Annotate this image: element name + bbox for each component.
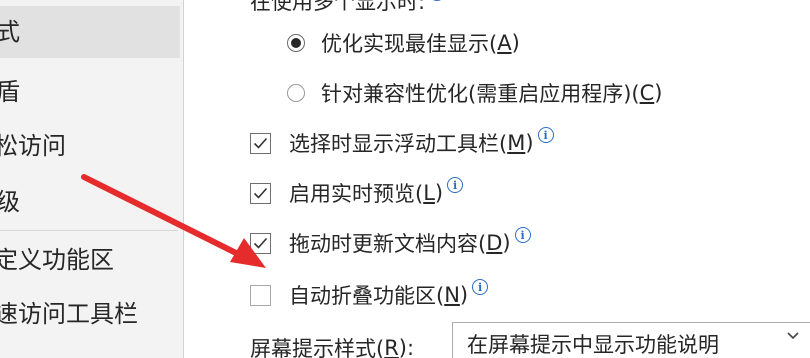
screentip-label: 屏幕提示样式( (250, 337, 385, 358)
accelerator-key: R (384, 336, 399, 358)
checkbox-label: 启用实时预览( (289, 182, 424, 206)
sidebar-item-label: 定义功能区 (0, 246, 114, 274)
multi-display-heading: 在使用多个显示时: i (250, 0, 446, 16)
checkbox-label: 自动折叠功能区( (289, 284, 445, 308)
accelerator-key: A (497, 31, 512, 55)
options-dialog: 式 盾 松访问 级 定义功能区 速访问工具栏 在使用多个显示时: i 优化实现最… (0, 0, 810, 358)
info-icon[interactable]: i (472, 279, 489, 295)
screentip-label-suffix: ): (398, 336, 415, 358)
checkbox-show-mini-toolbar[interactable]: 选择时显示浮动工具栏(M) i (250, 127, 554, 158)
checkbox-label-suffix: ) (434, 181, 444, 205)
radio-button[interactable] (287, 34, 305, 52)
info-icon[interactable]: i (447, 177, 464, 193)
screentip-style-select[interactable]: 在屏幕提示中显示功能说明 (452, 322, 810, 358)
radio-optimize-best-display[interactable]: 优化实现最佳显示(A) (287, 28, 520, 58)
sidebar-divider (0, 230, 178, 231)
check-icon (253, 137, 268, 149)
checkbox[interactable] (250, 284, 271, 306)
info-icon[interactable]: i (429, 0, 446, 1)
screentip-style-label: 屏幕提示样式(R): (250, 333, 414, 358)
radio-button[interactable] (287, 84, 305, 102)
radio-label-suffix: ) (654, 81, 663, 105)
chevron-down-icon[interactable] (786, 326, 800, 345)
sidebar-item-general[interactable]: 式 (0, 6, 180, 58)
screentip-selected-value: 在屏幕提示中显示功能说明 (467, 333, 719, 357)
checkbox[interactable] (250, 132, 271, 154)
checkbox-label: 拖动时更新文档内容( (289, 232, 487, 256)
checkbox-update-while-dragging[interactable]: 拖动时更新文档内容(D) i (250, 227, 531, 258)
radio-label: 优化实现最佳显示( (321, 32, 498, 56)
sidebar-item-proofing[interactable]: 盾 (0, 66, 180, 118)
sidebar-item-label: 式 (0, 18, 20, 46)
sidebar-item-label: 松访问 (0, 132, 66, 160)
sidebar-item-advanced[interactable]: 级 (0, 176, 180, 228)
radio-label-suffix: ) (511, 31, 520, 55)
checkbox-label-suffix: ) (502, 231, 511, 255)
check-icon (253, 237, 268, 249)
accelerator-key: M (507, 131, 526, 155)
options-main-panel: 在使用多个显示时: i 优化实现最佳显示(A) 针对兼容性优化(需重启应用程序)… (184, 0, 810, 358)
checkbox-label-suffix: ) (525, 131, 534, 155)
info-icon[interactable]: i (537, 127, 554, 143)
checkbox[interactable] (250, 232, 271, 254)
accelerator-key: C (639, 81, 655, 105)
checkbox-auto-collapse-ribbon[interactable]: 自动折叠功能区(N) i (250, 279, 489, 310)
sidebar-item-label: 级 (0, 188, 20, 216)
sidebar-item-customize-ribbon[interactable]: 定义功能区 (0, 234, 180, 286)
radio-optimize-compatibility[interactable]: 针对兼容性优化(需重启应用程序)(C) (287, 78, 662, 108)
accelerator-key: L (423, 181, 435, 205)
options-sidebar: 式 盾 松访问 级 定义功能区 速访问工具栏 (0, 0, 184, 358)
sidebar-item-accessibility[interactable]: 松访问 (0, 120, 180, 172)
checkbox-label: 选择时显示浮动工具栏( (289, 132, 508, 156)
info-icon[interactable]: i (514, 227, 531, 243)
heading-text: 在使用多个显示时: (250, 0, 426, 14)
check-icon (253, 187, 268, 199)
sidebar-item-label: 盾 (0, 78, 20, 106)
checkbox[interactable] (250, 182, 271, 204)
accelerator-key: D (486, 231, 503, 255)
checkbox-label-suffix: ) (459, 283, 469, 307)
checkbox-live-preview[interactable]: 启用实时预览(L) i (250, 177, 464, 208)
accelerator-key: N (444, 283, 460, 307)
sidebar-item-label: 速访问工具栏 (0, 300, 138, 328)
radio-label: 针对兼容性优化(需重启应用程序)( (321, 82, 640, 106)
sidebar-item-quick-access-toolbar[interactable]: 速访问工具栏 (0, 288, 180, 340)
